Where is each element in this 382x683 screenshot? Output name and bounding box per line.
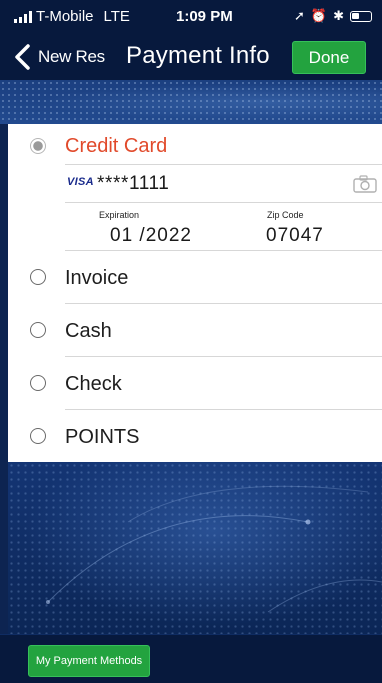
expiration-field[interactable]: 01 /2022 — [110, 225, 192, 247]
option-invoice[interactable]: Invoice — [8, 251, 382, 304]
nav-bar: New Res Payment Info Done — [0, 34, 382, 80]
network-label: LTE — [103, 8, 130, 25]
bluetooth-icon: ✱ — [333, 8, 344, 23]
expiration-label: Expiration — [99, 210, 140, 220]
option-label-points: POINTS — [65, 426, 140, 448]
visa-icon: VISA — [67, 176, 94, 188]
zip-code-label: Zip Code — [267, 210, 304, 220]
card-number: ****1111 — [97, 173, 170, 194]
divider — [65, 164, 382, 165]
page-title: Payment Info — [126, 42, 270, 69]
location-arrow-icon: ➚ — [294, 8, 305, 23]
status-bar: T-Mobile LTE 1:09 PM ➚ ⏰ ✱ — [0, 0, 382, 34]
signal-icon — [14, 10, 32, 23]
radio-credit-card[interactable] — [30, 138, 46, 154]
done-button[interactable]: Done — [292, 41, 366, 74]
radio-cash[interactable] — [30, 322, 46, 338]
status-time: 1:09 PM — [176, 8, 233, 25]
option-points[interactable]: POINTS — [8, 410, 382, 462]
alarm-icon: ⏰ — [310, 8, 328, 23]
card-number-row: VISA ****1111 — [65, 168, 382, 200]
status-right: ➚ ⏰ ✱ — [294, 8, 372, 24]
world-map-background — [8, 462, 382, 634]
map-arcs — [46, 485, 382, 613]
banner-dot-pattern — [0, 80, 382, 124]
divider — [65, 202, 382, 203]
option-label-check: Check — [65, 373, 122, 395]
option-label-credit-card: Credit Card — [65, 135, 168, 157]
status-left: T-Mobile LTE — [14, 8, 130, 25]
zip-code-field[interactable]: 07047 — [266, 225, 324, 247]
battery-icon — [350, 10, 372, 22]
option-label-cash: Cash — [65, 320, 112, 342]
radio-points[interactable] — [30, 428, 46, 444]
back-label: New Res — [38, 47, 105, 66]
bottom-toolbar: My Payment Methods — [0, 634, 382, 683]
radio-invoice[interactable] — [30, 269, 46, 285]
my-payment-methods-button[interactable]: My Payment Methods — [28, 645, 150, 677]
payment-options-panel: Credit Card VISA ****1111 Expiration 01 … — [8, 124, 382, 462]
carrier-label: T-Mobile — [36, 8, 94, 25]
back-chevron-icon — [15, 44, 30, 70]
option-label-invoice: Invoice — [65, 267, 129, 289]
option-check[interactable]: Check — [8, 357, 382, 410]
back-button[interactable]: New Res — [10, 42, 105, 72]
map-banner — [0, 80, 382, 124]
camera-icon[interactable] — [352, 174, 378, 194]
option-cash[interactable]: Cash — [8, 304, 382, 357]
radio-check[interactable] — [30, 375, 46, 391]
